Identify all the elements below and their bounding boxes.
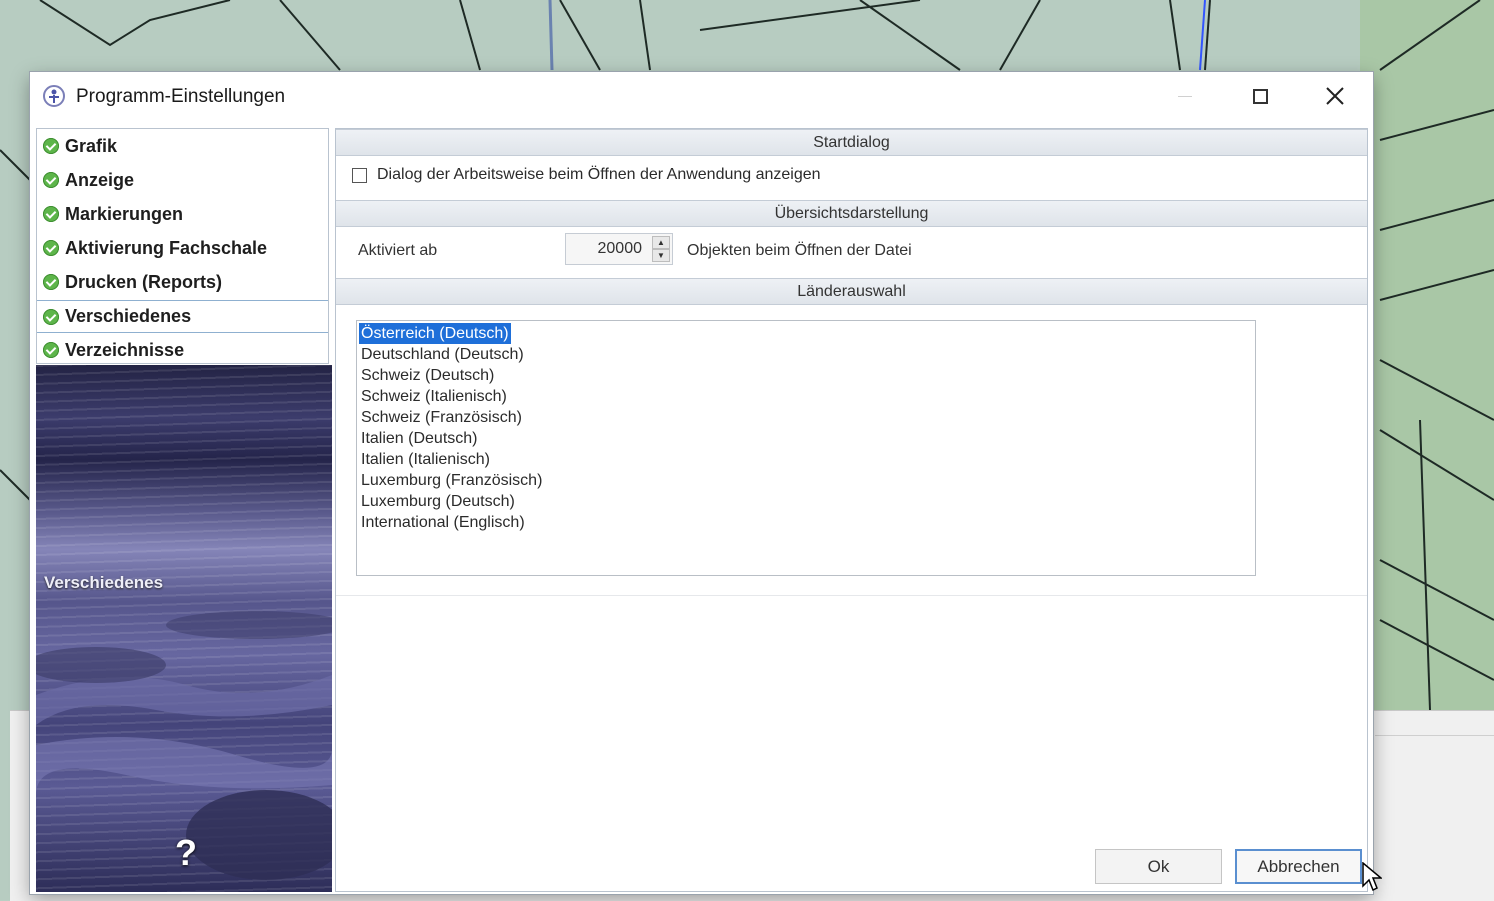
minimize-icon	[1178, 95, 1192, 97]
mouse-cursor-icon	[1362, 862, 1382, 892]
aktiviert-ab-label: Aktiviert ab	[358, 242, 438, 259]
window-title: Programm-Einstellungen	[76, 86, 286, 107]
settings-nav: Grafik Anzeige Markierungen Aktivierung …	[36, 128, 329, 364]
startdialog-checkbox-label: Dialog der Arbeitsweise beim Öffnen der …	[377, 166, 821, 183]
nav-item-label: Verzeichnisse	[65, 340, 185, 360]
close-button[interactable]	[1300, 72, 1370, 120]
country-list-item[interactable]: Deutschland (Deutsch)	[359, 344, 526, 365]
background-divider	[1375, 735, 1494, 736]
country-list-item[interactable]: Österreich (Deutsch)	[358, 322, 512, 345]
check-circle-icon	[43, 274, 59, 290]
nav-item-label: Grafik	[65, 136, 118, 156]
nav-item-verschiedenes[interactable]: Verschiedenes	[37, 300, 328, 333]
landscape-image	[36, 611, 332, 880]
section-header-laender: Länderauswahl	[336, 278, 1367, 305]
object-count-value[interactable]: 20000	[598, 240, 643, 258]
side-image-panel: Verschiedenes ?	[36, 365, 332, 892]
nav-item-label: Markierungen	[65, 204, 184, 224]
check-circle-icon	[43, 172, 59, 188]
stepper-up-icon[interactable]: ▲	[652, 236, 670, 249]
objekten-label: Objekten beim Öffnen der Datei	[687, 242, 912, 259]
check-circle-icon	[43, 309, 59, 325]
country-list-item[interactable]: Schweiz (Deutsch)	[359, 365, 496, 386]
startdialog-checkbox[interactable]	[352, 167, 367, 183]
stepper-buttons: ▲ ▼	[652, 236, 670, 262]
nav-item-markierungen[interactable]: Markierungen	[37, 198, 328, 231]
object-count-stepper[interactable]: 20000 ▲ ▼	[565, 233, 673, 265]
title-bar[interactable]: Programm-Einstellungen	[30, 72, 1373, 120]
country-list-item[interactable]: International (Englisch)	[359, 512, 527, 533]
nav-item-label: Drucken (Reports)	[65, 272, 223, 292]
nav-item-aktivierung-fachschale[interactable]: Aktivierung Fachschale	[37, 232, 328, 265]
cancel-button[interactable]: Abbrechen	[1235, 849, 1362, 884]
nav-item-label: Anzeige	[65, 170, 135, 190]
check-circle-icon	[43, 206, 59, 222]
nav-item-grafik[interactable]: Grafik	[37, 130, 328, 163]
nav-item-anzeige[interactable]: Anzeige	[37, 164, 328, 197]
nav-item-drucken[interactable]: Drucken (Reports)	[37, 266, 328, 299]
check-circle-icon	[43, 342, 59, 358]
nav-item-label: Verschiedenes	[65, 306, 192, 326]
settings-dialog: Programm-Einstellungen Grafik Anzeige Ma…	[30, 72, 1373, 894]
country-list-item[interactable]: Luxemburg (Französisch)	[359, 470, 544, 491]
startdialog-checkbox-row[interactable]: Dialog der Arbeitsweise beim Öffnen der …	[352, 166, 821, 184]
check-circle-icon	[43, 240, 59, 256]
nav-item-verzeichnisse[interactable]: Verzeichnisse	[37, 334, 328, 367]
country-list-item[interactable]: Luxemburg (Deutsch)	[359, 491, 517, 512]
section-header-uebersicht: Übersichtsdarstellung	[336, 200, 1367, 227]
country-list-item[interactable]: Italien (Deutsch)	[359, 428, 480, 449]
help-icon[interactable]: ?	[172, 833, 200, 873]
nav-item-label: Aktivierung Fachschale	[65, 238, 268, 258]
section-header-startdialog: Startdialog	[336, 129, 1367, 156]
close-icon	[1326, 87, 1344, 105]
content-divider	[336, 595, 1367, 596]
minimize-button[interactable]	[1150, 72, 1220, 120]
country-list-item[interactable]: Schweiz (Französisch)	[359, 407, 524, 428]
settings-content: Startdialog Dialog der Arbeitsweise beim…	[335, 128, 1368, 892]
maximize-button[interactable]	[1225, 72, 1295, 120]
side-image-caption: Verschiedenes	[44, 573, 164, 592]
maximize-icon	[1252, 88, 1268, 104]
app-icon	[43, 85, 65, 107]
country-listbox[interactable]: Österreich (Deutsch) Deutschland (Deutsc…	[356, 320, 1256, 576]
country-list-item[interactable]: Italien (Italienisch)	[359, 449, 492, 470]
ok-button[interactable]: Ok	[1095, 849, 1222, 884]
check-circle-icon	[43, 138, 59, 154]
country-list-item[interactable]: Schweiz (Italienisch)	[359, 386, 509, 407]
stepper-down-icon[interactable]: ▼	[652, 249, 670, 262]
